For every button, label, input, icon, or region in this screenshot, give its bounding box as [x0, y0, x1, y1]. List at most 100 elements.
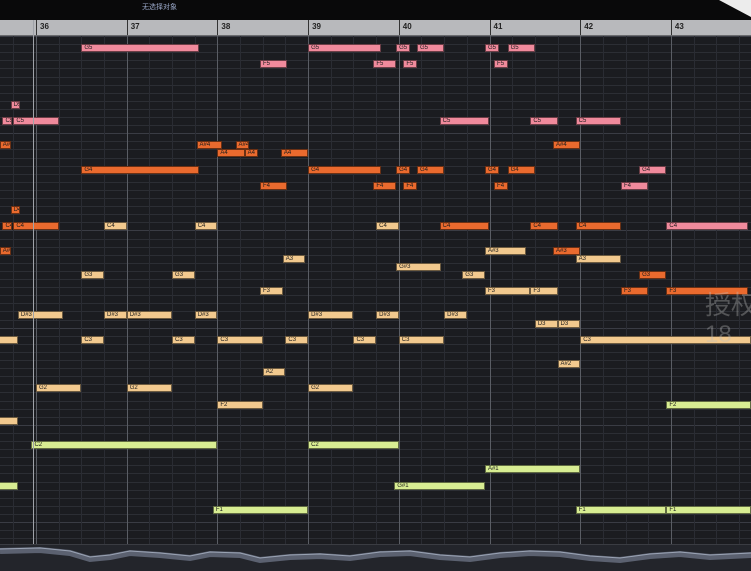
note-as3[interactable]: A#3 [484, 246, 526, 255]
note-as3[interactable]: A#3 [0, 246, 11, 255]
note-f5[interactable]: F5 [403, 60, 417, 69]
note-c3[interactable]: C3 [353, 335, 377, 344]
note-a4[interactable]: A4 [244, 149, 259, 158]
note-c4[interactable]: C4 [530, 222, 558, 231]
note-g3[interactable]: G3 [81, 270, 105, 279]
note-as3[interactable]: A#3 [552, 246, 581, 255]
note-a3[interactable]: A3 [282, 254, 306, 263]
note-g5[interactable]: G5 [484, 44, 499, 53]
note-c3[interactable]: C3 [0, 335, 18, 344]
note-c5[interactable]: C5 [2, 117, 12, 125]
note-g4[interactable]: G4 [484, 165, 499, 174]
note-c3[interactable]: C3 [172, 335, 195, 344]
note-c4[interactable]: C4 [194, 222, 218, 231]
note-a2[interactable]: A2 [262, 368, 286, 377]
velocity-lane[interactable] [0, 544, 751, 571]
note-g3[interactable]: G3 [462, 270, 485, 279]
note-c4[interactable]: C4 [13, 222, 59, 231]
note-c4[interactable]: C4 [376, 222, 399, 231]
beat-line [217, 36, 219, 544]
note-c5[interactable]: C5 [439, 117, 490, 125]
playhead[interactable] [33, 20, 34, 544]
note-f4[interactable]: F4 [621, 181, 649, 190]
note-g2[interactable]: G2 [308, 384, 354, 393]
note-as4[interactable]: A#4 [0, 141, 11, 150]
note-g4[interactable]: G4 [507, 165, 535, 174]
note-g2[interactable]: G2 [126, 384, 173, 393]
note-f3[interactable]: F3 [530, 287, 558, 296]
note-c2[interactable]: C2 [308, 441, 399, 449]
note-ds3[interactable]: D#3 [126, 311, 173, 320]
note-ds2[interactable]: D#2 [0, 416, 18, 425]
note-g5[interactable]: G5 [81, 44, 200, 53]
note-c5[interactable]: C5 [575, 117, 621, 125]
note-c3[interactable]: C3 [398, 335, 445, 344]
note-as1[interactable]: A#1 [484, 465, 581, 474]
note-c4[interactable]: C4 [439, 222, 490, 231]
note-c4[interactable]: C4 [104, 222, 127, 231]
note-g5[interactable]: G5 [507, 44, 535, 53]
note-g4[interactable]: G4 [308, 165, 381, 174]
note-f2[interactable]: F2 [217, 400, 263, 409]
note-g2[interactable]: G2 [36, 384, 82, 393]
note-d4[interactable]: D4 [10, 206, 20, 215]
bar-ruler[interactable]: 36 37 38 39 40 41 42 43 [0, 20, 751, 36]
note-f3[interactable]: F3 [621, 287, 649, 296]
note-c4[interactable]: C4 [575, 222, 621, 231]
note-g4[interactable]: G4 [396, 165, 410, 174]
note-f4[interactable]: F4 [373, 181, 397, 190]
note-c5[interactable]: C5 [530, 117, 558, 125]
note-g4[interactable]: G4 [639, 165, 667, 174]
note-ds3[interactable]: D#3 [104, 311, 127, 320]
note-gs3[interactable]: G#3 [396, 262, 442, 271]
note-a3[interactable]: A3 [575, 254, 621, 263]
note-f1[interactable]: F1 [212, 505, 309, 514]
note-f4[interactable]: F4 [403, 181, 417, 190]
note-ds3[interactable]: D#3 [194, 311, 218, 320]
note-g5[interactable]: G5 [308, 44, 381, 53]
note-f5[interactable]: F5 [260, 60, 288, 69]
note-ds3[interactable]: D#3 [308, 311, 354, 320]
note-g5[interactable]: G5 [416, 44, 445, 53]
note-c4[interactable]: C4 [666, 222, 748, 231]
note-as2[interactable]: A#2 [557, 360, 581, 368]
corner-flag-icon[interactable] [719, 0, 751, 17]
note-f4[interactable]: F4 [260, 181, 288, 190]
note-c3[interactable]: C3 [285, 335, 309, 344]
note-g3[interactable]: G3 [172, 270, 195, 279]
note-d3[interactable]: D3 [534, 319, 558, 328]
note-grid[interactable]: G5G5G5G5G5G5F5F5F5F5D5C5C5C5C5C5C5A#4A#4… [0, 36, 751, 571]
note-a4[interactable]: A4 [217, 149, 245, 158]
note-f1[interactable]: F1 [575, 505, 667, 514]
note-g4[interactable]: G4 [81, 165, 200, 174]
note-f5[interactable]: F5 [373, 60, 397, 69]
note-f5[interactable]: F5 [494, 60, 508, 69]
beat-line [308, 36, 310, 544]
note-ds3[interactable]: D#3 [444, 311, 467, 320]
note-gs1[interactable]: G#1 [394, 481, 485, 490]
bar-number-39: 39 [312, 22, 321, 31]
note-f4[interactable]: F4 [494, 181, 508, 190]
note-f1[interactable]: F1 [666, 505, 751, 514]
note-f3[interactable]: F3 [484, 287, 531, 296]
note-c5[interactable]: C5 [13, 117, 59, 125]
note-gs1[interactable]: G#1 [0, 481, 18, 490]
note-as4[interactable]: A#4 [552, 141, 581, 150]
note-f2[interactable]: F2 [666, 400, 751, 409]
note-as4[interactable]: A#4 [235, 141, 250, 150]
note-c2[interactable]: C2 [31, 441, 218, 449]
note-f3[interactable]: F3 [260, 287, 283, 296]
note-g3[interactable]: G3 [639, 270, 667, 279]
note-g5[interactable]: G5 [396, 44, 410, 53]
beat-line [648, 36, 650, 544]
note-d3[interactable]: D3 [557, 319, 581, 328]
note-a4[interactable]: A4 [280, 149, 309, 158]
note-ds3[interactable]: D#3 [376, 311, 399, 320]
note-ds3[interactable]: D#3 [17, 311, 64, 320]
note-c4[interactable]: C4 [2, 222, 12, 231]
note-c3[interactable]: C3 [81, 335, 105, 344]
note-d5[interactable]: D5 [10, 100, 20, 109]
note-as4[interactable]: A#4 [196, 141, 222, 150]
note-g4[interactable]: G4 [416, 165, 445, 174]
note-c3[interactable]: C3 [217, 335, 263, 344]
